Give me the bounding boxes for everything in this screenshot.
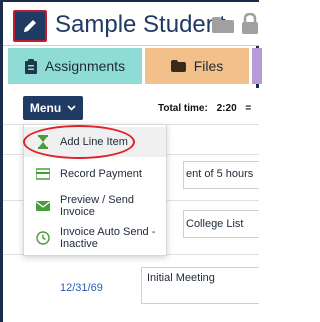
chevron-down-icon (67, 105, 76, 111)
menu-item-record-payment[interactable]: Record Payment (24, 159, 166, 189)
tab-files-label: Files (193, 58, 224, 74)
row-note: ent of 5 hours (186, 168, 254, 180)
row-note: College List (186, 218, 244, 230)
clipboard-icon (24, 58, 37, 74)
pencil-icon (24, 20, 36, 32)
page-title: Sample Student (55, 11, 226, 38)
total-time-label: Total time: (158, 103, 208, 114)
menu-button-label: Menu (29, 101, 62, 115)
tab-more[interactable] (252, 48, 262, 84)
folder-icon[interactable] (211, 16, 235, 34)
total-time-value: 2:20 (216, 103, 237, 114)
tab-bar: Assignments Files (3, 48, 262, 84)
highlight-annotation (23, 125, 135, 159)
edit-button[interactable] (13, 10, 47, 42)
clock-icon (36, 231, 50, 245)
menu-button[interactable]: Menu (23, 96, 83, 120)
folder-icon (170, 60, 186, 72)
row-date[interactable]: 12/31/69 (60, 282, 103, 294)
tab-assignments[interactable]: Assignments (8, 48, 142, 84)
total-time-suffix: = (245, 103, 252, 114)
tab-files[interactable]: Files (145, 48, 249, 84)
tab-assignments-label: Assignments (44, 58, 126, 74)
menu-item-invoice-auto-send[interactable]: Invoice Auto Send - Inactive (24, 223, 166, 253)
card-icon (36, 168, 50, 180)
menu-item-label: Record Payment (60, 168, 142, 180)
envelope-icon (36, 201, 50, 211)
row-note: Initial Meeting (147, 272, 215, 284)
student-header: Sample Student (3, 2, 259, 46)
menu-item-label: Preview / Send Invoice (60, 194, 134, 218)
lock-icon[interactable] (241, 13, 259, 35)
total-time: Total time: 2:20 = (158, 103, 251, 114)
note-field[interactable]: Initial Meeting (141, 267, 259, 304)
menu-item-label: Invoice Auto Send - Inactive (60, 226, 156, 250)
menu-item-preview-send-invoice[interactable]: Preview / Send Invoice (24, 191, 166, 221)
